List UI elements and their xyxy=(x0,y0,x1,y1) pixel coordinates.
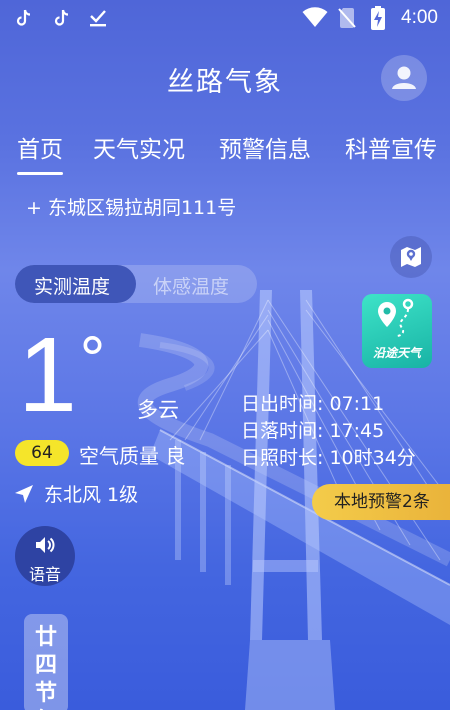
battery-charging-icon xyxy=(371,6,385,30)
sunrise-label: 日出时间: xyxy=(241,393,324,415)
local-warning-button[interactable]: 本地预警2条 xyxy=(312,484,450,520)
weather-condition: 多云 xyxy=(137,398,179,422)
daylight-duration: 10时34分 xyxy=(329,447,416,469)
status-bar: 4:00 xyxy=(0,0,450,36)
clock: 4:00 xyxy=(401,7,438,28)
map-pin-icon xyxy=(401,247,421,267)
navigation-arrow-icon xyxy=(15,485,33,503)
sunrise-time: 07:11 xyxy=(329,393,385,415)
tiktok-icon xyxy=(16,9,31,26)
sunset-row: 日落时间: 17:45 xyxy=(241,416,384,443)
degree-symbol: ° xyxy=(78,325,107,393)
user-avatar-button[interactable] xyxy=(381,55,427,101)
toggle-feels-like-temp[interactable]: 体感温度 xyxy=(153,272,229,299)
route-weather-label: 沿途天气 xyxy=(372,346,421,360)
wifi-icon xyxy=(302,7,328,27)
download-done-icon xyxy=(90,10,106,27)
add-location-icon: + xyxy=(26,197,42,219)
route-pin-icon xyxy=(378,298,414,337)
wind-info: 东北风 1级 xyxy=(44,484,139,506)
current-temperature: 1 xyxy=(18,316,77,434)
speaker-icon xyxy=(36,537,55,553)
aqi-badge[interactable]: 64 xyxy=(15,440,69,466)
sunset-time: 17:45 xyxy=(329,420,385,442)
solar-terms-char: 节 xyxy=(34,681,57,706)
toggle-measured-temp[interactable]: 实测温度 xyxy=(34,272,110,299)
solar-terms-label: 廿 四 节 气 xyxy=(24,624,68,710)
voice-label: 语音 xyxy=(28,565,61,584)
daylight-label: 日照时长: xyxy=(241,447,324,469)
solar-terms-char: 四 xyxy=(34,653,57,678)
tab-science[interactable]: 科普宣传 xyxy=(345,130,437,164)
active-tab-indicator xyxy=(17,172,63,175)
air-quality-label: 空气质量 良 xyxy=(79,444,186,468)
no-sim-icon xyxy=(338,8,356,28)
solar-terms-char: 廿 xyxy=(34,625,57,650)
location-selector[interactable]: + 东城区锡拉胡同111号 xyxy=(26,193,236,220)
map-button[interactable] xyxy=(390,236,432,278)
daylight-row: 日照时长: 10时34分 xyxy=(241,443,416,470)
user-icon xyxy=(392,66,416,89)
sunrise-row: 日出时间: 07:11 xyxy=(241,389,384,416)
location-address: 东城区锡拉胡同111号 xyxy=(47,197,237,219)
sunset-label: 日落时间: xyxy=(241,420,324,442)
tab-live-weather[interactable]: 天气实况 xyxy=(93,130,185,164)
tab-home[interactable]: 首页 xyxy=(17,130,63,164)
tiktok-icon xyxy=(54,9,69,26)
tab-warnings[interactable]: 预警信息 xyxy=(219,130,311,164)
